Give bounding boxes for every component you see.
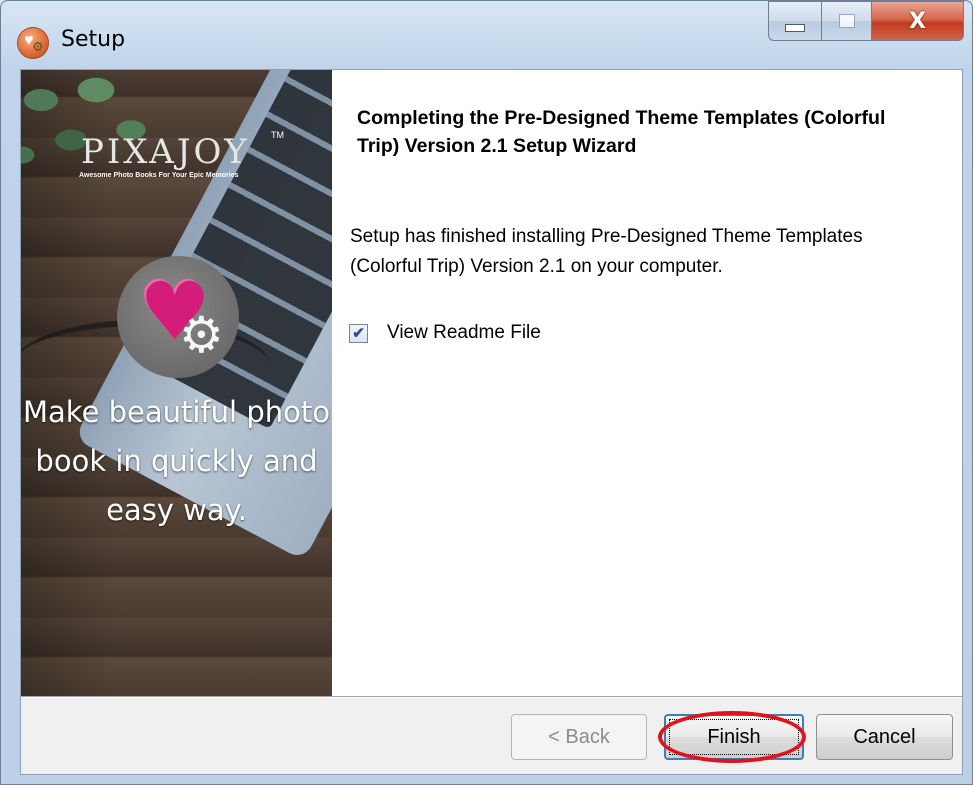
logo-tagline: Awesome Photo Books For Your Epic Memori… (79, 172, 239, 179)
footer-separator (21, 696, 962, 698)
close-icon: X (909, 8, 926, 34)
wizard-banner-image: PIXAJOY TM Awesome Photo Books For Your … (21, 70, 332, 696)
maximize-icon (838, 14, 855, 28)
cancel-button[interactable]: Cancel (816, 714, 953, 760)
close-button[interactable]: X (872, 1, 964, 41)
setup-window: ♥ ⚙ Setup X PIXAJOY TM Awesome Photo Boo… (0, 0, 973, 785)
finish-button[interactable]: Finish (664, 714, 804, 760)
minimize-button[interactable] (768, 1, 822, 41)
gear-icon: ⚙ (179, 306, 224, 364)
banner-tagline: Make beautiful photo book in quickly and… (23, 395, 330, 527)
wizard-heading: Completing the Pre-Designed Theme Templa… (357, 107, 886, 157)
view-readme-option[interactable]: ✔ View Readme File (349, 322, 541, 344)
heart-gear-badge: ♥ ⚙ (117, 256, 239, 378)
gear-icon: ⚙ (32, 39, 44, 54)
maximize-button[interactable] (822, 1, 872, 41)
pixajoy-logo: PIXAJOY (81, 132, 250, 172)
back-button[interactable]: < Back (511, 714, 647, 760)
wizard-client-area: PIXAJOY TM Awesome Photo Books For Your … (20, 69, 963, 775)
checkmark-icon: ✔ (352, 324, 365, 342)
title-bar[interactable]: ♥ ⚙ Setup X (1, 1, 972, 69)
view-readme-checkbox[interactable]: ✔ (349, 323, 368, 343)
window-title: Setup (61, 27, 126, 52)
wizard-body-text: Setup has finished installing Pre-Design… (350, 226, 863, 277)
view-readme-label[interactable]: View Readme File (387, 322, 541, 344)
logo-trademark: TM (271, 130, 284, 140)
wizard-content-panel: Completing the Pre-Designed Theme Templa… (332, 70, 962, 696)
caption-buttons: X (768, 1, 964, 43)
minimize-icon (785, 24, 805, 32)
setup-app-icon[interactable]: ♥ ⚙ (17, 27, 49, 59)
